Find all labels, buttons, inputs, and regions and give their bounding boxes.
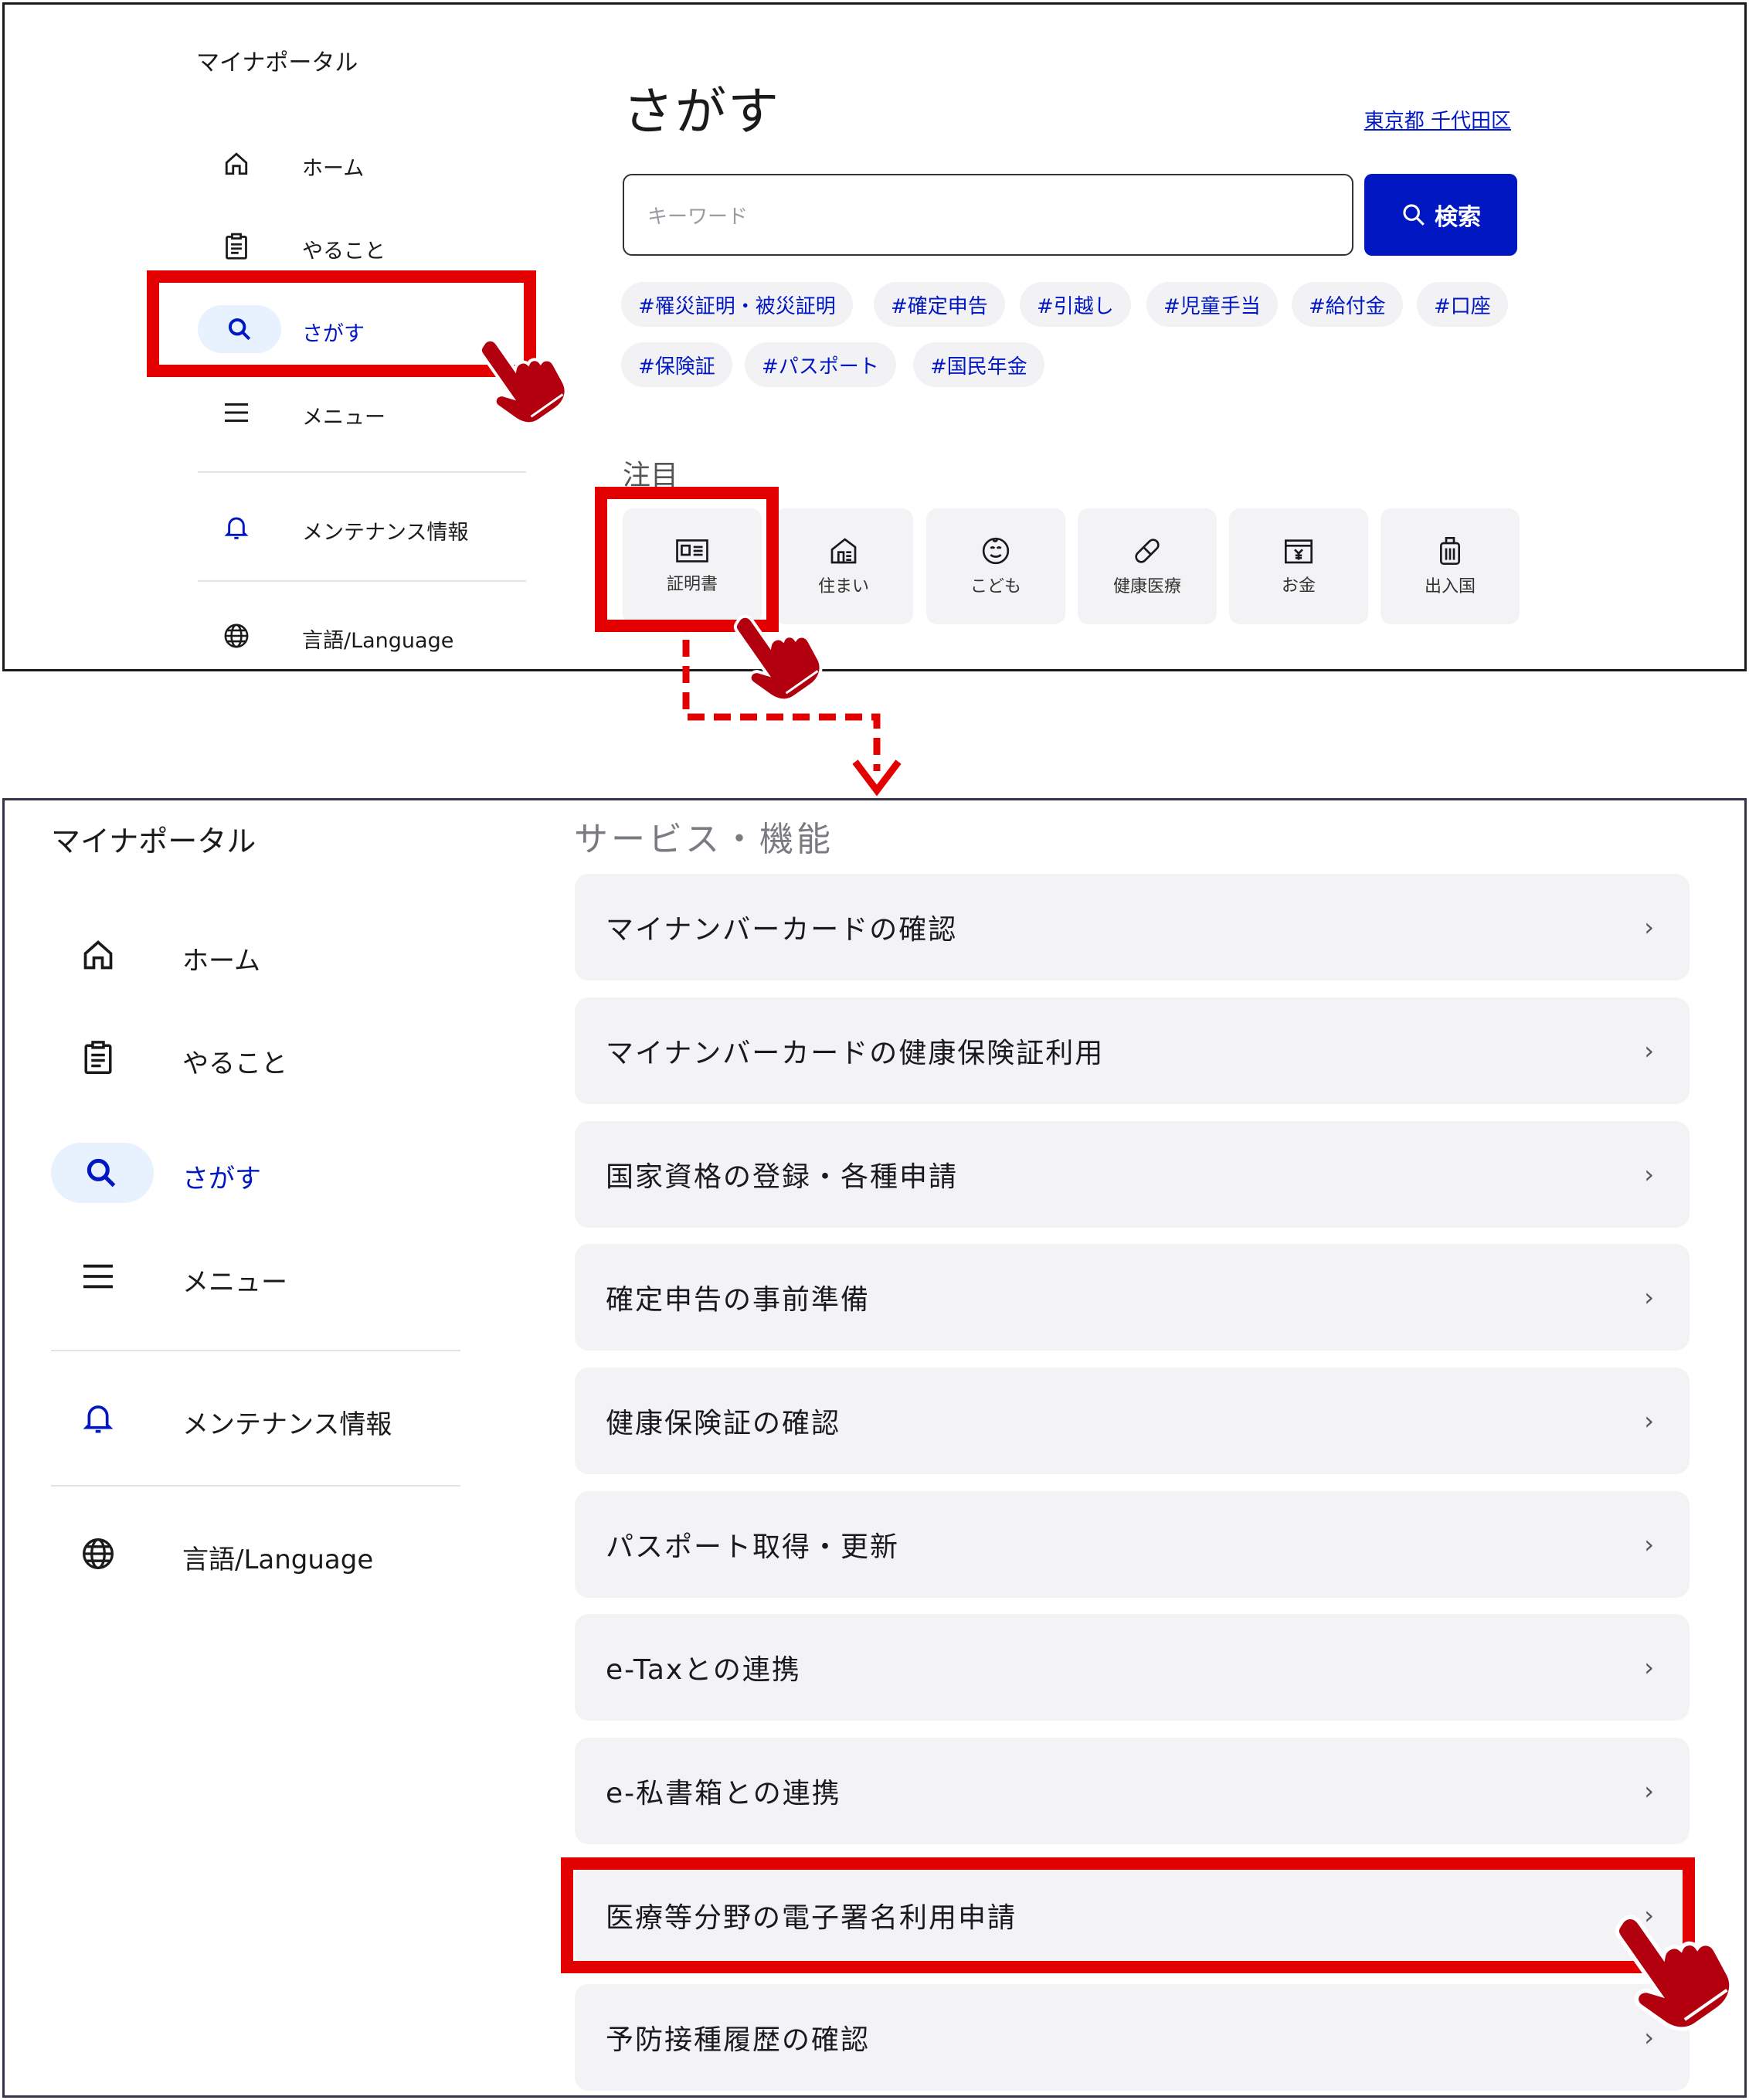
search-input[interactable]: キーワード (623, 174, 1353, 256)
pill-icon (1135, 539, 1160, 563)
brand-logo: マイナポータル (51, 824, 256, 858)
nav-divider (51, 1485, 460, 1487)
globe-icon (221, 620, 252, 651)
tag-chip[interactable]: #児童手当 (1146, 282, 1278, 327)
nav-maintenance[interactable]: メンテナンス情報 (51, 1388, 468, 1449)
menu-icon (79, 1257, 117, 1296)
search-icon (1403, 204, 1425, 226)
tag-chip[interactable]: #国民年金 (913, 342, 1044, 387)
service-item-label: e-私書箱との連携 (606, 1778, 841, 1809)
nav-search[interactable]: さがす (51, 1143, 468, 1203)
service-item-label: マイナンバーカードの健康保険証利用 (606, 1038, 1105, 1069)
tag-chip[interactable]: #パスポート (745, 342, 896, 387)
nav-divider (198, 580, 526, 582)
tag-chip[interactable]: #罹災証明・被災証明 (621, 282, 853, 327)
bell-icon (79, 1399, 117, 1438)
yen-icon (1285, 539, 1313, 564)
service-item[interactable]: e-私書箱との連携 › (575, 1738, 1690, 1844)
search-button-label: 検索 (1435, 204, 1481, 231)
service-item[interactable]: 予防接種履歴の確認 › (575, 1984, 1690, 2091)
nav-language-label: 言語/Language (182, 1544, 374, 1575)
service-item[interactable]: 健康保険証の確認 › (575, 1368, 1690, 1474)
section-heading: サービス・機能 (574, 820, 834, 859)
service-item-label: e-Taxとの連携 (606, 1654, 801, 1686)
home-icon (79, 936, 117, 974)
chevron-right-icon: › (1644, 1530, 1654, 1559)
hand-pointer-icon (478, 338, 568, 426)
nav-home-label: ホーム (302, 157, 365, 181)
nav-search-label: さがす (182, 1164, 261, 1194)
category-label: お金 (1281, 576, 1316, 596)
service-item[interactable]: マイナンバーカードの健康保険証利用 › (575, 997, 1690, 1104)
nav-menu[interactable]: メニュー (51, 1245, 468, 1307)
category-children[interactable]: こども (926, 508, 1065, 624)
service-item-label: 健康保険証の確認 (606, 1408, 841, 1439)
chevron-right-icon: › (1644, 1406, 1654, 1436)
hand-pointer-icon (1615, 1915, 1734, 2031)
service-item[interactable]: 確定申告の事前準備 › (575, 1244, 1690, 1351)
service-item-label: 確定申告の事前準備 (606, 1284, 871, 1316)
home-icon (221, 148, 252, 179)
highlight-box-e-signature (561, 1857, 1695, 1973)
category-label: 健康医療 (1112, 577, 1181, 596)
category-label: 出入国 (1424, 577, 1476, 596)
tag-chip[interactable]: #保険証 (621, 342, 732, 387)
suitcase-icon (1440, 537, 1460, 565)
tag-chip[interactable]: #引越し (1020, 282, 1131, 327)
nav-maintenance-label: メンテナンス情報 (302, 521, 469, 545)
house-icon (830, 538, 857, 564)
nav-menu-label: メニュー (302, 406, 385, 430)
tag-chip[interactable]: #確定申告 (874, 282, 1005, 327)
chevron-right-icon: › (1644, 1036, 1654, 1065)
clipboard-icon (79, 1038, 117, 1077)
clipboard-icon (221, 231, 252, 262)
category-health[interactable]: 健康医療 (1078, 508, 1217, 624)
nav-home-label: ホーム (182, 946, 260, 977)
nav-todo-label: やること (182, 1048, 287, 1079)
tag-chip[interactable]: #口座 (1417, 282, 1508, 327)
category-label: こども (970, 577, 1021, 596)
nav-home[interactable]: ホーム (51, 924, 468, 986)
service-item-label: 予防接種履歴の確認 (606, 2024, 871, 2056)
child-face-icon (982, 537, 1010, 565)
chevron-right-icon: › (1644, 912, 1654, 942)
search-icon (82, 1154, 121, 1192)
nav-todo-label: やること (302, 240, 385, 263)
chevron-right-icon: › (1644, 1160, 1654, 1189)
search-button[interactable]: 検索 (1364, 174, 1517, 256)
nav-maintenance[interactable]: メンテナンス情報 (198, 505, 522, 551)
service-item[interactable]: e-Taxとの連携 › (575, 1614, 1690, 1721)
service-item[interactable]: パスポート取得・更新 › (575, 1491, 1690, 1598)
bell-icon (221, 512, 252, 543)
globe-icon (79, 1534, 117, 1573)
nav-language-label: 言語/Language (302, 629, 454, 653)
chevron-right-icon: › (1644, 1653, 1654, 1682)
brand-logo: マイナポータル (196, 49, 358, 76)
category-label: 住まい (817, 577, 869, 596)
service-item-label: パスポート取得・更新 (606, 1531, 900, 1563)
nav-maintenance-label: メンテナンス情報 (182, 1409, 392, 1440)
menu-icon (221, 397, 252, 428)
page-title: さがす (623, 82, 780, 141)
nav-menu-label: メニュー (182, 1267, 287, 1298)
flow-arrow (682, 640, 902, 797)
service-item-label: マイナンバーカードの確認 (606, 914, 958, 946)
chevron-right-icon: › (1644, 1283, 1654, 1312)
service-item[interactable]: 国家資格の登録・各種申請 › (575, 1121, 1690, 1228)
tag-chip[interactable]: #給付金 (1292, 282, 1403, 327)
chevron-right-icon: › (1644, 1776, 1654, 1806)
nav-language[interactable]: 言語/Language (51, 1523, 468, 1585)
nav-divider (51, 1350, 460, 1351)
service-item[interactable]: マイナンバーカードの確認 › (575, 874, 1690, 980)
nav-todo[interactable]: やること (198, 223, 522, 270)
service-item-label: 国家資格の登録・各種申請 (606, 1161, 959, 1193)
nav-divider (198, 471, 526, 473)
location-link[interactable]: 東京都 千代田区 (1364, 105, 1511, 134)
category-money[interactable]: お金 (1229, 508, 1368, 624)
nav-home[interactable]: ホーム (198, 141, 522, 187)
nav-todo[interactable]: やること (51, 1027, 468, 1089)
category-immigration[interactable]: 出入国 (1381, 508, 1520, 624)
nav-language[interactable]: 言語/Language (198, 613, 522, 659)
